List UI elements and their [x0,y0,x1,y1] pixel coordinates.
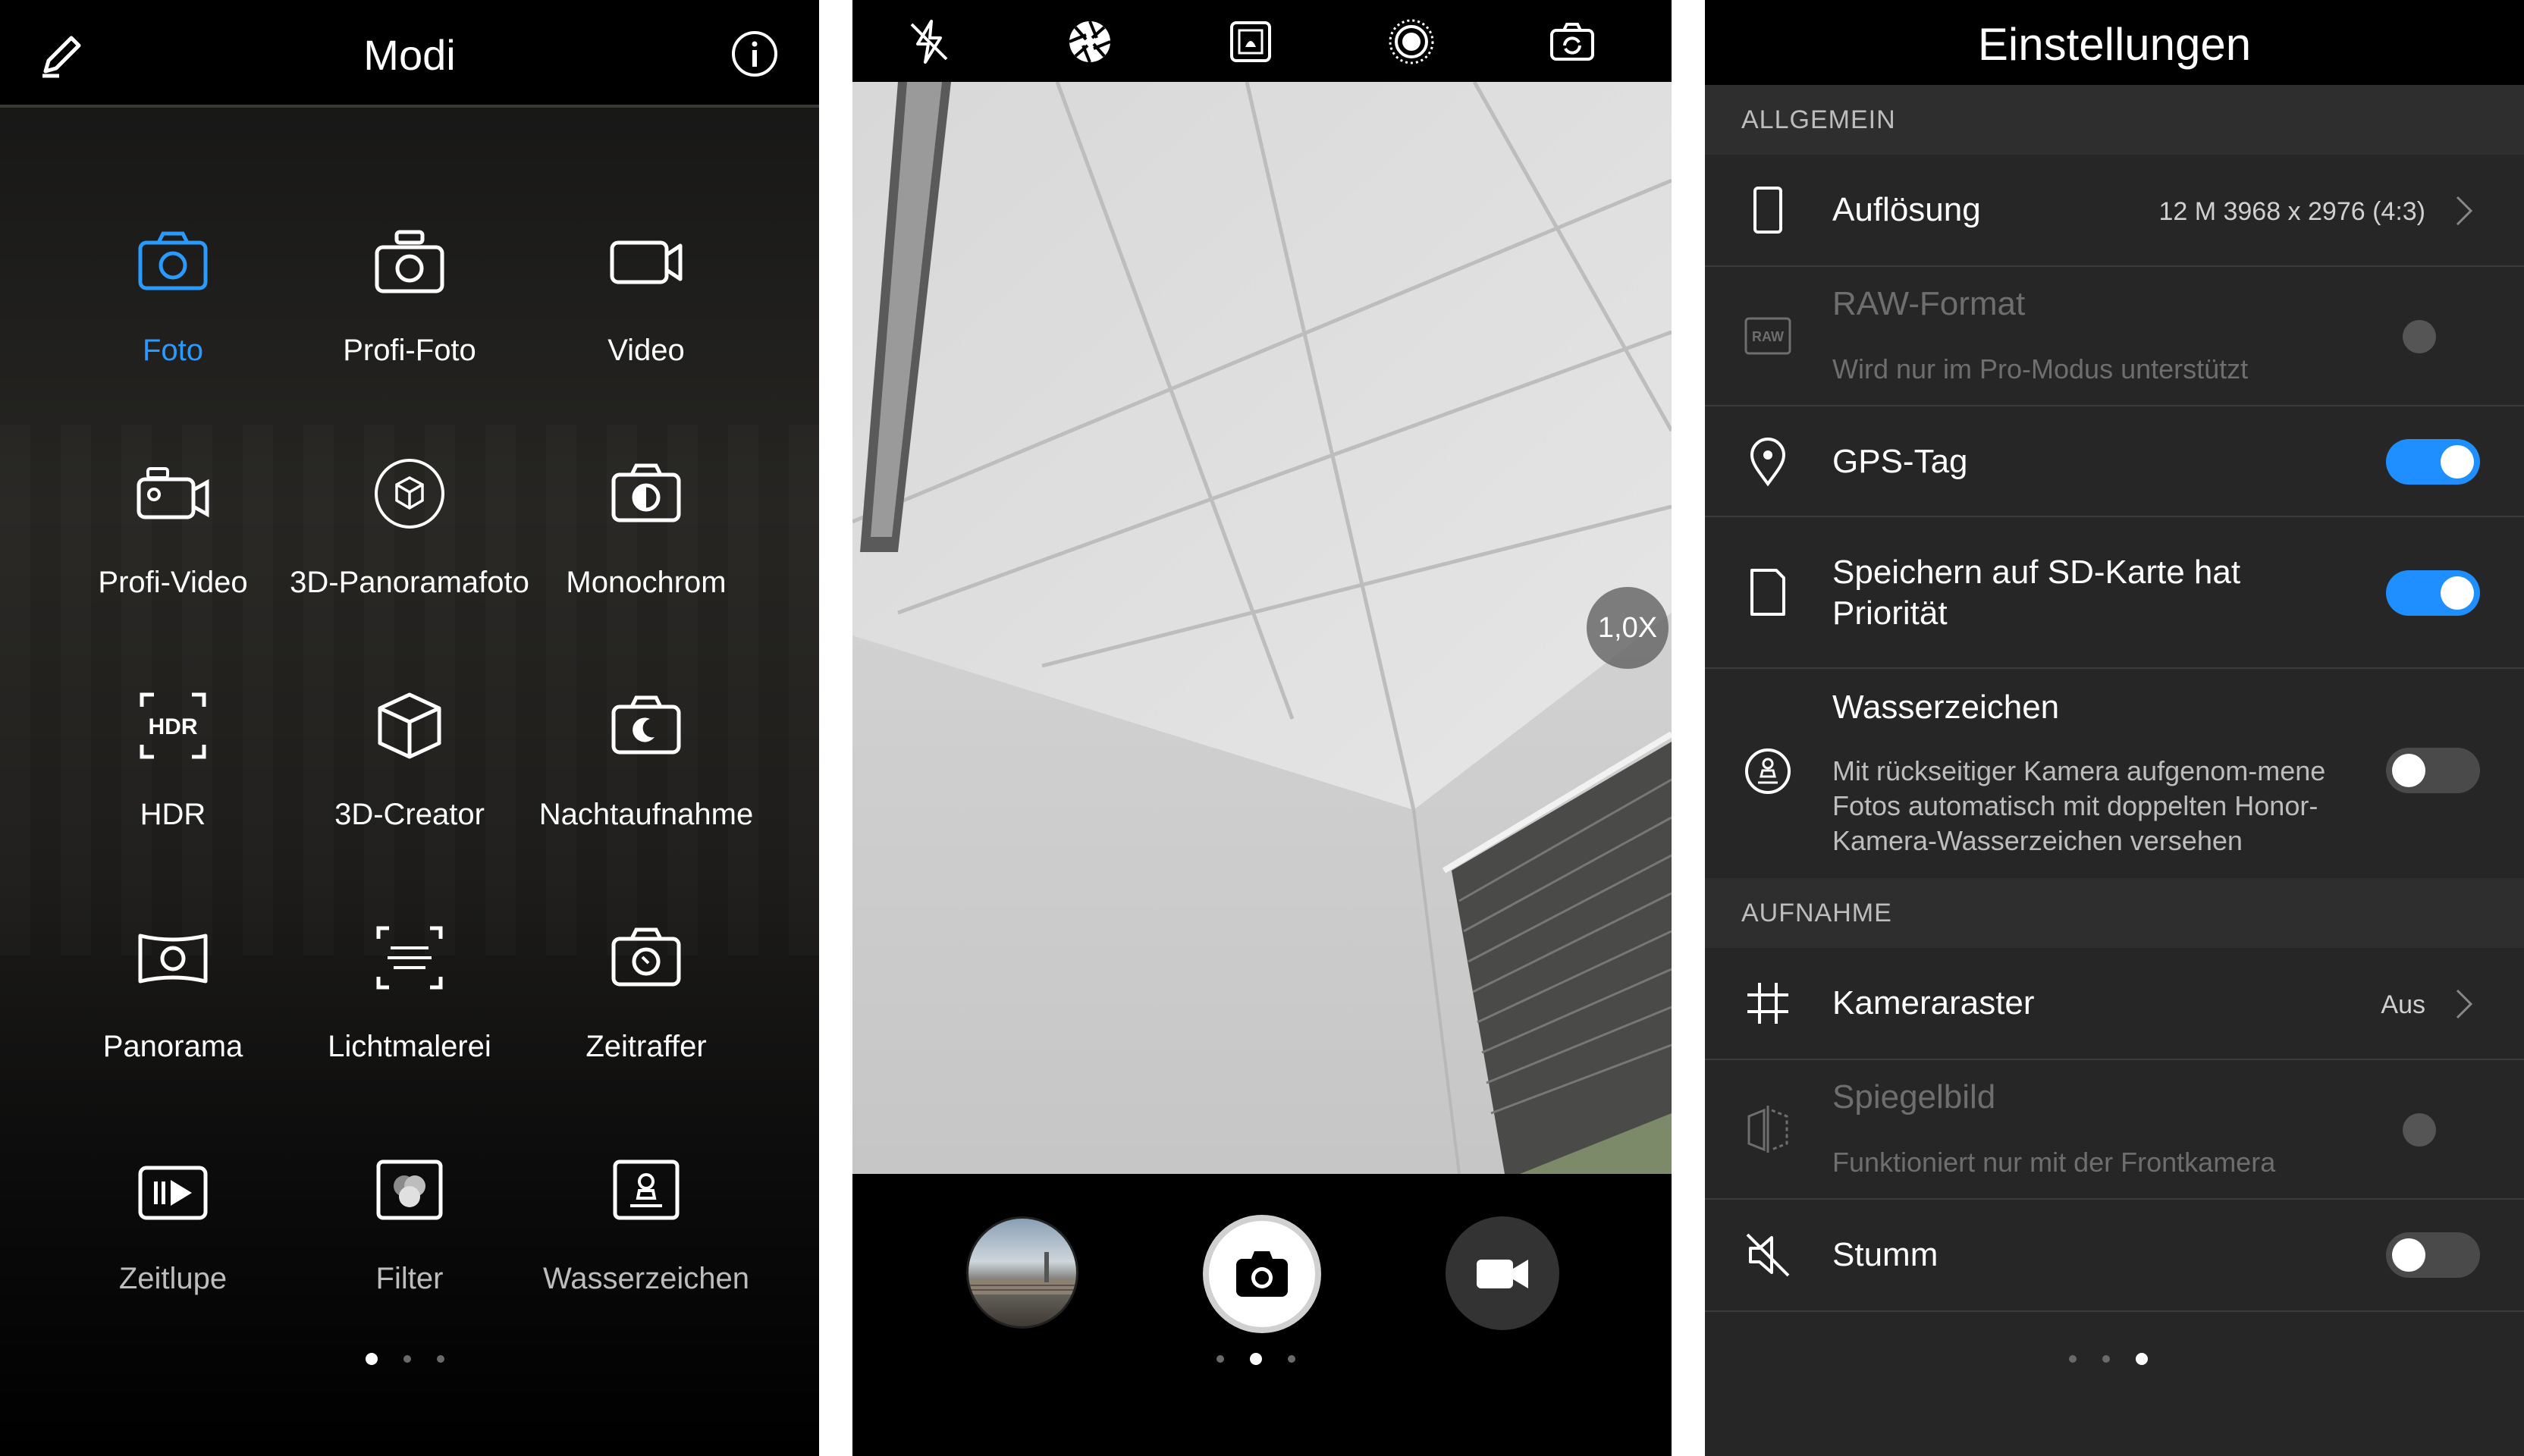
section-general-header: ALLGEMEIN [1705,85,2524,155]
setting-camera-grid[interactable]: Kameraraster Aus [1705,948,2524,1060]
setting-resolution[interactable]: Auflösung 12 M 3968 x 2976 (4:3) [1705,155,2524,267]
3d-panorama-icon [375,459,444,529]
camera-icon [1236,1251,1288,1297]
viewfinder-image [852,82,1672,1174]
mode-foto[interactable]: Foto [55,205,291,417]
setting-raw-format: RAW RAW-Format Wird nur im Pro-Modus unt… [1705,267,2524,406]
page-title: Modi [363,31,456,79]
page-dot [366,1353,378,1365]
sd-card-icon [1750,569,1785,616]
setting-sd-card-priority[interactable]: Speichern auf SD-Karte hat Priorität [1705,517,2524,669]
light-painting-icon [376,926,443,990]
camera-grid-value: Aus [2381,990,2425,1019]
watermark-icon [1745,748,1791,794]
page-title: Einstellungen [1977,19,2252,70]
record-video-button[interactable] [1446,1216,1559,1330]
settings-header: Einstellungen [1705,0,2524,85]
mode-zeitlupe[interactable]: Zeitlupe [55,1133,291,1345]
svg-text:RAW: RAW [1752,329,1784,344]
page-indicator [2069,1353,2148,1365]
cube-icon [378,692,441,759]
mode-panorama[interactable]: Panorama [55,901,291,1113]
mode-profi-foto[interactable]: Profi-Foto [291,205,528,417]
info-icon[interactable] [728,27,781,80]
pro-video-icon [137,467,209,519]
mode-video[interactable]: Video [528,205,764,417]
hdr-icon: HDR [140,692,206,759]
timelapse-icon [611,927,681,987]
page-dot [437,1355,444,1363]
page-dot [2136,1353,2148,1365]
mode-lichtmalerei[interactable]: Lichtmalerei [291,901,528,1113]
setting-mute[interactable]: Stumm [1705,1200,2524,1312]
raw-format-toggle [2386,314,2480,359]
section-capture-header: AUFNAHME [1705,878,2524,948]
gallery-thumbnail[interactable] [966,1216,1078,1329]
viewfinder[interactable]: 1,0X [852,82,1672,1174]
mode-nachtaufnahme[interactable]: Nachtaufnahme [528,669,764,881]
monochrome-icon [611,463,681,522]
mute-icon [1746,1233,1790,1277]
grid-icon [1747,983,1788,1024]
mode-3d-panoramafoto[interactable]: 3D-Panoramafoto [290,437,529,649]
switch-camera-icon[interactable] [1546,15,1599,68]
mode-zeitraffer[interactable]: Zeitraffer [528,901,764,1113]
mode-hdr[interactable]: HDR HDR [55,669,291,881]
raw-icon: RAW [1744,317,1791,355]
watermark-toggle[interactable] [2386,748,2480,793]
chevron-right-icon [2456,196,2473,226]
location-pin-icon [1750,438,1786,487]
chevron-right-icon [2456,989,2473,1019]
page-dot [1216,1355,1224,1363]
page-dot [2069,1355,2077,1363]
resolution-value: 12 M 3968 x 2976 (4:3) [2158,197,2425,226]
flash-off-icon[interactable] [903,15,956,68]
aperture-icon[interactable] [1063,15,1116,68]
night-icon [611,695,681,755]
mute-toggle[interactable] [2386,1232,2480,1278]
video-icon [610,240,683,284]
mode-profi-video[interactable]: Profi-Video [55,437,291,649]
video-icon [1477,1260,1528,1288]
setting-watermark[interactable]: Wasserzeichen Mit rückseitiger Kamera au… [1705,669,2524,878]
camera-toolbar [852,0,1672,82]
mode-wasserzeichen[interactable]: Wasserzeichen [528,1133,764,1345]
watermark-icon [613,1159,680,1220]
phone-icon [1753,187,1782,234]
svg-text:HDR: HDR [149,714,198,739]
mirror-icon [1747,1106,1788,1153]
camera-icon [138,231,208,290]
setting-mirror: Spiegelbild Funktioniert nur mit der Fro… [1705,1060,2524,1200]
page-indicator [366,1353,444,1365]
mirror-toggle [2386,1107,2480,1153]
modes-header: Modi [0,0,819,108]
sd-card-toggle[interactable] [2386,570,2480,616]
setting-gps-tag[interactable]: GPS-Tag [1705,406,2524,517]
slow-motion-icon [138,1166,208,1220]
page-indicator [1216,1353,1295,1365]
page-dot [1250,1353,1262,1365]
page-dot [2102,1355,2110,1363]
shutter-button[interactable] [1203,1215,1321,1333]
gps-tag-toggle[interactable] [2386,439,2480,485]
modes-screen: Modi Foto Profi-Foto Video Profi-Video 3… [0,0,819,1456]
mode-filter[interactable]: Filter [291,1133,528,1345]
beauty-mode-icon[interactable] [1224,15,1277,68]
filter-icon [376,1159,443,1220]
zoom-level-button[interactable]: 1,0X [1587,587,1669,669]
panorama-icon [138,934,208,984]
camera-controls [852,1174,1672,1456]
camera-screen: 1,0X [852,0,1672,1456]
pro-camera-icon [375,230,444,293]
page-dot [403,1355,411,1363]
settings-screen: Einstellungen ALLGEMEIN Auflösung 12 M 3… [1705,0,2524,1456]
live-photo-icon[interactable] [1385,15,1438,68]
mode-monochrom[interactable]: Monochrom [528,437,764,649]
page-dot [1288,1355,1295,1363]
mode-3d-creator[interactable]: 3D-Creator [291,669,528,881]
